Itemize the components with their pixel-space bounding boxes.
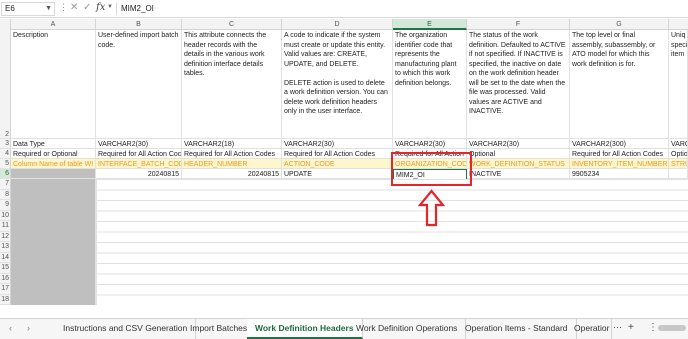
spreadsheet-grid: A B C D E F G 2 3 4 5 6 7 8 9 10 11 12 1… (0, 19, 688, 318)
cell-g5[interactable]: INVENTORY_ITEM_NUMBER (570, 159, 669, 169)
row-header[interactable]: 18 (0, 294, 11, 305)
row-header[interactable]: 4 (0, 149, 11, 159)
cell-c6[interactable]: 20240815 (182, 169, 282, 179)
column-header-h[interactable] (669, 19, 688, 30)
cell-a6[interactable] (11, 169, 96, 179)
row-header[interactable]: 13 (0, 242, 11, 253)
horizontal-scrollbar[interactable] (658, 325, 686, 331)
chevron-right-icon[interactable]: › (27, 323, 30, 333)
row-header[interactable]: 10 (0, 210, 11, 221)
cell-a3[interactable]: Data Type (11, 139, 96, 149)
cell-c3[interactable]: VARCHAR2(18) (182, 139, 282, 149)
cell-a5[interactable]: Column Name of table WI (11, 159, 96, 169)
cells-area: Description User-defined import batch co… (11, 30, 688, 318)
cell-h3[interactable]: VARC (669, 139, 688, 149)
cell-a4[interactable]: Required or Optional (11, 149, 96, 159)
cell-f6[interactable]: INACTIVE (467, 169, 570, 179)
cancel-icon[interactable]: ✕ (70, 2, 78, 13)
name-box[interactable]: E6 ▼ (1, 2, 55, 16)
column-header-d[interactable]: D (282, 19, 393, 30)
row-header[interactable]: 12 (0, 231, 11, 242)
cell-d6[interactable]: UPDATE (282, 169, 393, 179)
column-header-a[interactable]: A (11, 19, 96, 30)
row-header[interactable]: 14 (0, 252, 11, 263)
tab-work-definition-operations[interactable]: Work Definition Operations (348, 319, 467, 339)
column-header-g[interactable]: G (570, 19, 669, 30)
chevron-down-icon[interactable]: ▼ (107, 4, 113, 10)
formula-bar: E6 ▼ ⋮ ✕ ✓ fx ▼ MIM2_OI (0, 0, 688, 18)
column-header-f[interactable]: F (467, 19, 570, 30)
cell-h4[interactable]: Optio (669, 149, 688, 159)
tab-instructions-and-csv-generation[interactable]: Instructions and CSV Generation (55, 319, 197, 339)
formula-input[interactable]: MIM2_OI (121, 2, 154, 16)
cell-f2[interactable]: The status of the work definition. Defau… (467, 30, 570, 139)
column-header-e[interactable]: E (393, 19, 467, 30)
row-header[interactable]: 9 (0, 200, 11, 211)
sheet-tabs-bar: ‹ › Instructions and CSV Generation Impo… (0, 318, 688, 339)
row-header[interactable]: 16 (0, 273, 11, 284)
confirm-icon[interactable]: ✓ (83, 2, 91, 13)
cell-d2[interactable]: A code to indicate if the system must cr… (282, 30, 393, 139)
row-header[interactable]: 8 (0, 189, 11, 200)
cell-e3[interactable]: VARCHAR2(30) (393, 139, 467, 149)
cell-c4[interactable]: Required for All Action Codes (182, 149, 282, 159)
divider (116, 3, 117, 15)
select-all-corner[interactable] (0, 19, 11, 30)
cell-ref: E6 (5, 4, 15, 13)
sheet-menu-icon[interactable]: ⋮ (648, 322, 658, 333)
more-tabs-icon[interactable]: ⋯ (613, 322, 622, 333)
cell-f3[interactable]: VARCHAR2(30) (467, 139, 570, 149)
row-header[interactable]: 5 (0, 159, 11, 169)
cell-c2[interactable]: This attribute connects the header recor… (182, 30, 282, 139)
cell-e2[interactable]: The organization identifier code that re… (393, 30, 467, 139)
row-header[interactable]: 7 (0, 179, 11, 190)
cell-h6[interactable] (669, 169, 688, 179)
row-header[interactable]: 17 (0, 284, 11, 295)
cell-a2[interactable]: Description (11, 30, 96, 139)
cell-g6[interactable]: 9905234 (570, 169, 669, 179)
cell-b4[interactable]: Required for All Action Coc (96, 149, 182, 159)
empty-rows (96, 179, 688, 305)
tab-operation-items-standard[interactable]: Operation Items - Standard (457, 319, 577, 339)
row-header[interactable]: 11 (0, 221, 11, 232)
arrow-up-icon (418, 189, 445, 227)
cell-h5[interactable]: STRU (669, 159, 688, 169)
row-header[interactable]: 3 (0, 139, 11, 149)
column-a-shaded (11, 179, 96, 305)
cell-g3[interactable]: VARCHAR2(300) (570, 139, 669, 149)
cell-f4[interactable]: Optional (467, 149, 570, 159)
row-header[interactable]: 2 (0, 30, 11, 139)
cell-f5[interactable]: WORK_DEFINITION_STATUS (467, 159, 570, 169)
chevron-left-icon[interactable]: ‹ (9, 323, 12, 333)
tab-work-definition-headers[interactable]: Work Definition Headers (247, 319, 363, 339)
cell-d5[interactable]: ACTION_CODE (282, 159, 393, 169)
cell-d3[interactable]: VARCHAR2(30) (282, 139, 393, 149)
cell-b6[interactable]: 20240815 (96, 169, 182, 179)
row-header[interactable]: 15 (0, 263, 11, 274)
tab-import-batches[interactable]: Import Batches (182, 319, 257, 339)
cell-b5[interactable]: INTERFACE_BATCH_CODE (96, 159, 182, 169)
function-icon[interactable]: fx (96, 2, 105, 13)
column-headers: A B C D E F G (0, 19, 688, 30)
chevron-down-icon[interactable]: ▼ (45, 3, 52, 15)
cell-g2[interactable]: The top level or final assembly, subasse… (570, 30, 669, 139)
column-header-b[interactable]: B (96, 19, 182, 30)
annotation-highlight-box (391, 152, 472, 186)
tab-operation-truncated[interactable]: Operatior (566, 319, 612, 339)
row-header[interactable]: 6 (0, 169, 11, 179)
cell-h2[interactable]: Uniq speci item (669, 30, 688, 139)
cell-c5[interactable]: HEADER_NUMBER (182, 159, 282, 169)
add-sheet-icon[interactable]: + (628, 322, 634, 333)
cell-g4[interactable]: Required for All Action Codes (570, 149, 669, 159)
cell-b3[interactable]: VARCHAR2(30) (96, 139, 182, 149)
cell-d4[interactable]: Required for All Action Codes (282, 149, 393, 159)
column-header-c[interactable]: C (182, 19, 282, 30)
more-icon[interactable]: ⋮ (59, 2, 68, 13)
cell-b2[interactable]: User-defined import batch code. (96, 30, 182, 139)
